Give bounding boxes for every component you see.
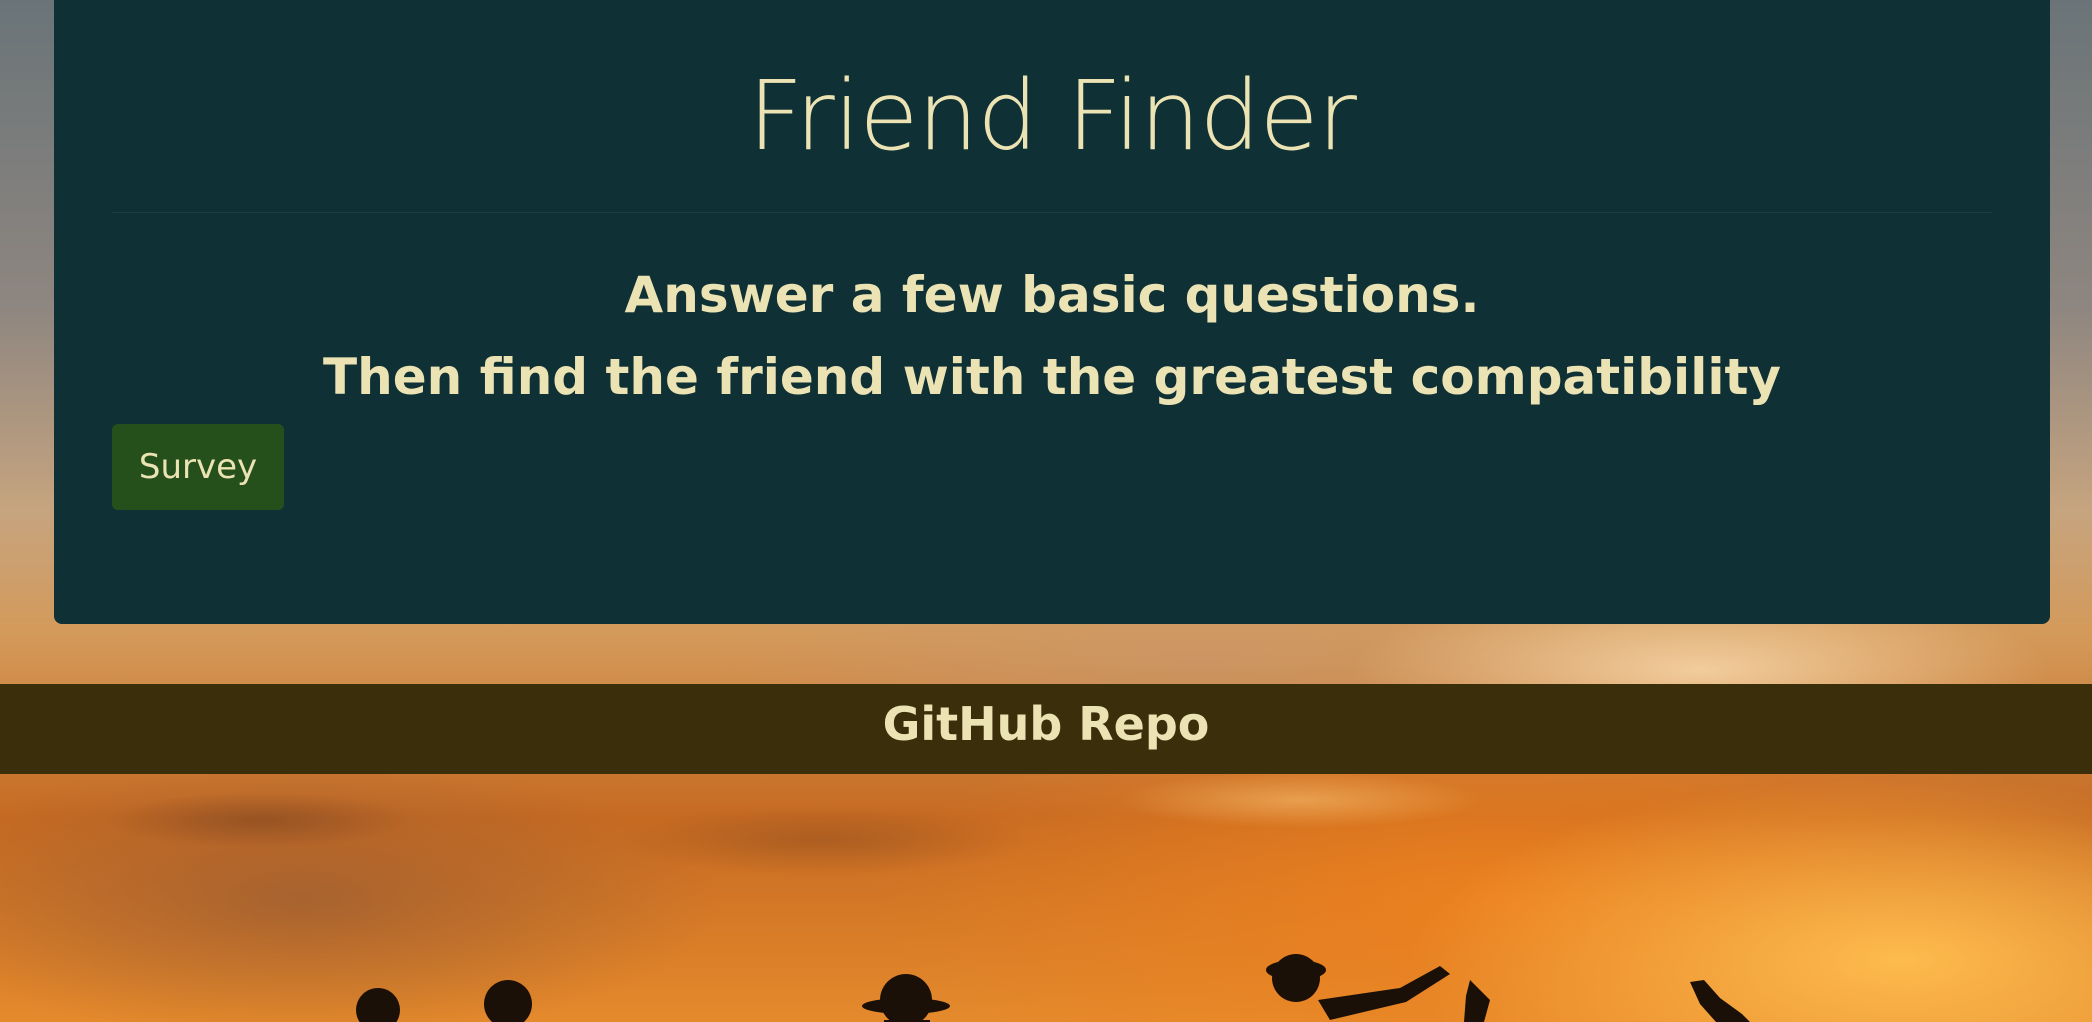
people-silhouettes-image (356, 954, 1750, 1022)
page-title: Friend Finder (748, 60, 1357, 172)
github-repo-link[interactable]: GitHub Repo (883, 694, 1210, 754)
lead-text-line-1: Answer a few basic questions. (624, 266, 1480, 324)
survey-button[interactable]: Survey (112, 424, 284, 510)
divider (112, 212, 1992, 213)
footer-bar: GitHub Repo (0, 684, 2092, 774)
lead-text-line-2: Then find the friend with the greatest c… (323, 348, 1781, 406)
jumbotron: Friend Finder Answer a few basic questio… (54, 0, 2050, 624)
